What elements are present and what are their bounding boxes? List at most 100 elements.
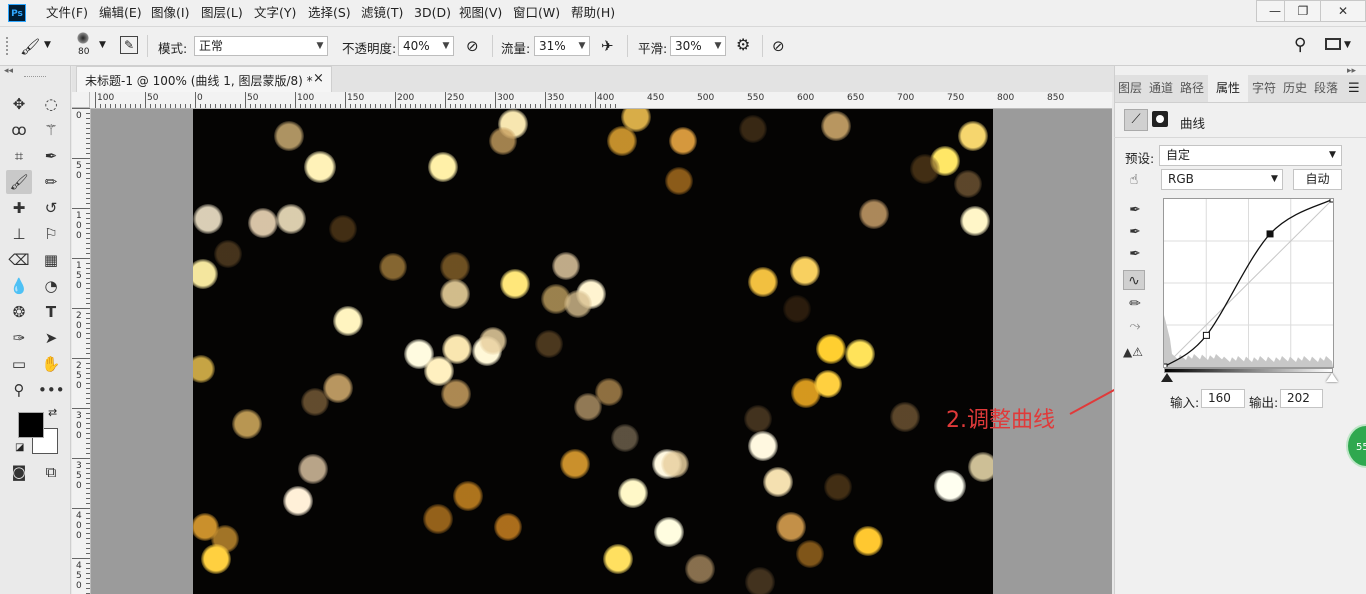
close-document-button[interactable]: × (313, 71, 324, 86)
quick-mask-icon[interactable]: ◙ (6, 460, 32, 484)
on-image-adjust-icon[interactable]: ☝ (1123, 170, 1145, 190)
menu-edit[interactable]: 编辑(E) (99, 0, 142, 26)
gradient-tool-icon[interactable]: ▦ (38, 248, 64, 272)
eraser-tool-icon[interactable]: ⌫ (6, 248, 32, 272)
search-icon[interactable]: ⚲ (1294, 35, 1306, 55)
restore-button[interactable]: ❐ (1284, 0, 1322, 22)
chevron-down-icon[interactable]: ▼ (1344, 40, 1351, 50)
close-window-button[interactable]: ✕ (1320, 0, 1366, 22)
sponge-tool-icon[interactable]: ❂ (6, 300, 32, 324)
marquee-tool-icon[interactable]: ◌ (38, 92, 64, 116)
tab-character[interactable]: 字符 (1249, 75, 1279, 102)
tab-properties[interactable]: 属性 (1208, 75, 1248, 102)
default-colors-icon[interactable]: ◪ (15, 442, 24, 453)
dodge-tool-icon[interactable]: ◔ (38, 274, 64, 298)
menu-view[interactable]: 视图(V) (459, 0, 502, 26)
chevron-down-icon[interactable]: ▼ (711, 36, 725, 56)
vertical-ruler[interactable]: 0 5 0 1 0 0 1 5 0 2 0 0 2 5 0 3 0 0 3 5 0 4 0 0 4… (72, 108, 91, 594)
chevron-down-icon[interactable]: ▼ (575, 36, 589, 56)
tab-paths[interactable]: 路径 (1177, 75, 1207, 102)
tab-paragraph[interactable]: 段落 (1311, 75, 1341, 102)
screen-mode-icon[interactable]: ⧉ (38, 460, 64, 484)
pencil-tool-icon[interactable]: ✏ (38, 170, 64, 194)
document-tab[interactable]: 未标题-1 @ 100% (曲线 1, 图层蒙版/8) * × (76, 66, 332, 92)
chevron-down-icon[interactable]: ▼ (1271, 174, 1278, 184)
ruler-corner[interactable] (72, 92, 90, 108)
auto-button[interactable]: 自动 (1293, 169, 1342, 190)
panel-menu-icon[interactable]: ☰ (1348, 81, 1360, 96)
lasso-tool-icon[interactable]: ꝏ (6, 118, 32, 142)
tab-layers[interactable]: 图层 (1115, 75, 1145, 102)
curve-points-icon[interactable]: ∿ (1123, 270, 1145, 290)
hand-tool-icon[interactable]: ✋ (38, 352, 64, 376)
menu-window[interactable]: 窗口(W) (513, 0, 560, 26)
zoom-tool-icon[interactable]: ⚲ (6, 378, 32, 402)
clipping-warning-icon[interactable]: ▲⚠ (1122, 342, 1144, 362)
menu-file[interactable]: 文件(F) (46, 0, 88, 26)
smooth-curve-icon[interactable]: ⤳ (1124, 316, 1146, 336)
menu-help[interactable]: 帮助(H) (571, 0, 615, 26)
eyedropper-tool-icon[interactable]: ✒ (38, 144, 64, 168)
gray-point-eyedropper-icon[interactable]: ✒ (1124, 222, 1146, 242)
white-point-slider[interactable] (1326, 373, 1338, 382)
mode-select[interactable]: 正常 (194, 36, 328, 56)
horizontal-ruler[interactable]: 100 50 0 50 100 150 200 250 300 350 400 450 500 550 60… (90, 92, 1112, 109)
output-value-field[interactable]: 202 (1280, 389, 1323, 408)
gear-icon[interactable]: ⚙ (736, 35, 750, 54)
chevron-down-icon[interactable]: ▼ (439, 36, 453, 56)
tab-channels[interactable]: 通道 (1146, 75, 1176, 102)
curves-graph[interactable] (1163, 198, 1334, 368)
input-value-field[interactable]: 160 (1201, 389, 1245, 408)
menu-filter[interactable]: 滤镜(T) (361, 0, 403, 26)
adjustment-icon[interactable]: ⟋ (1124, 109, 1148, 131)
canvas-area[interactable] (91, 109, 1112, 594)
ruler-tick (86, 488, 90, 489)
rectangle-tool-icon[interactable]: ▭ (6, 352, 32, 376)
pencil-draw-icon[interactable]: ✏ (1124, 294, 1146, 314)
photoshop-logo-icon: Ps (8, 4, 26, 22)
magic-wand-tool-icon[interactable]: ⚚ (38, 118, 64, 142)
menu-image[interactable]: 图像(I) (151, 0, 189, 26)
crop-tool-icon[interactable]: ⌗ (6, 144, 32, 168)
airbrush-icon[interactable]: ✈ (601, 37, 614, 55)
move-tool-icon[interactable]: ✥ (6, 92, 32, 116)
ruler-tick (220, 104, 221, 108)
menu-type[interactable]: 文字(Y) (254, 0, 296, 26)
document-canvas[interactable] (193, 109, 993, 594)
brush-tool-icon[interactable]: 🖌 (6, 170, 32, 194)
more-tools-icon[interactable]: ••• (38, 378, 65, 402)
tab-history[interactable]: 历史 (1280, 75, 1310, 102)
pressure-opacity-icon[interactable]: ⊘ (466, 37, 479, 55)
pressure-size-icon[interactable]: ⊘ (772, 37, 785, 55)
swap-colors-icon[interactable]: ⇄ (48, 406, 57, 419)
chevron-down-icon[interactable]: ▼ (99, 40, 106, 50)
brush-preview-icon[interactable] (77, 32, 89, 44)
blur-tool-icon[interactable]: 💧 (6, 274, 32, 298)
chevron-down-icon[interactable]: ▼ (1329, 150, 1336, 160)
channel-select[interactable]: RGB (1161, 169, 1283, 190)
collapse-arrows-icon[interactable]: ◂◂ (4, 66, 13, 76)
clone-stamp-tool-icon[interactable]: ⊥ (6, 222, 32, 246)
menu-select[interactable]: 选择(S) (308, 0, 351, 26)
black-point-slider[interactable] (1161, 373, 1173, 382)
pen-tool-icon[interactable]: ✑ (6, 326, 32, 350)
black-point-eyedropper-icon[interactable]: ✒ (1124, 200, 1146, 220)
preset-select[interactable]: 自定 (1159, 145, 1342, 166)
mask-icon[interactable] (1152, 111, 1168, 127)
chevron-down-icon[interactable]: ▼ (313, 36, 327, 56)
workspace-icon[interactable] (1325, 38, 1341, 50)
foreground-color-swatch[interactable] (18, 412, 44, 438)
white-point-eyedropper-icon[interactable]: ✒ (1124, 244, 1146, 264)
brush-tool-preset-icon[interactable]: 🖌 (20, 37, 40, 56)
menu-3d[interactable]: 3D(D) (414, 0, 451, 26)
menu-layer[interactable]: 图层(L) (201, 0, 243, 26)
history-brush-tool-icon[interactable]: ↺ (38, 196, 64, 220)
type-tool-icon[interactable]: T (38, 300, 64, 324)
ruler-label: 150 (347, 93, 365, 103)
chevron-down-icon[interactable]: ▼ (44, 40, 51, 50)
healing-brush-tool-icon[interactable]: ✚ (6, 196, 32, 220)
mixer-brush-tool-icon[interactable]: ⚐ (38, 222, 64, 246)
path-selection-tool-icon[interactable]: ➤ (38, 326, 64, 350)
brush-panel-toggle-icon[interactable]: ✎ (120, 36, 138, 54)
ruler-tick (86, 368, 90, 369)
